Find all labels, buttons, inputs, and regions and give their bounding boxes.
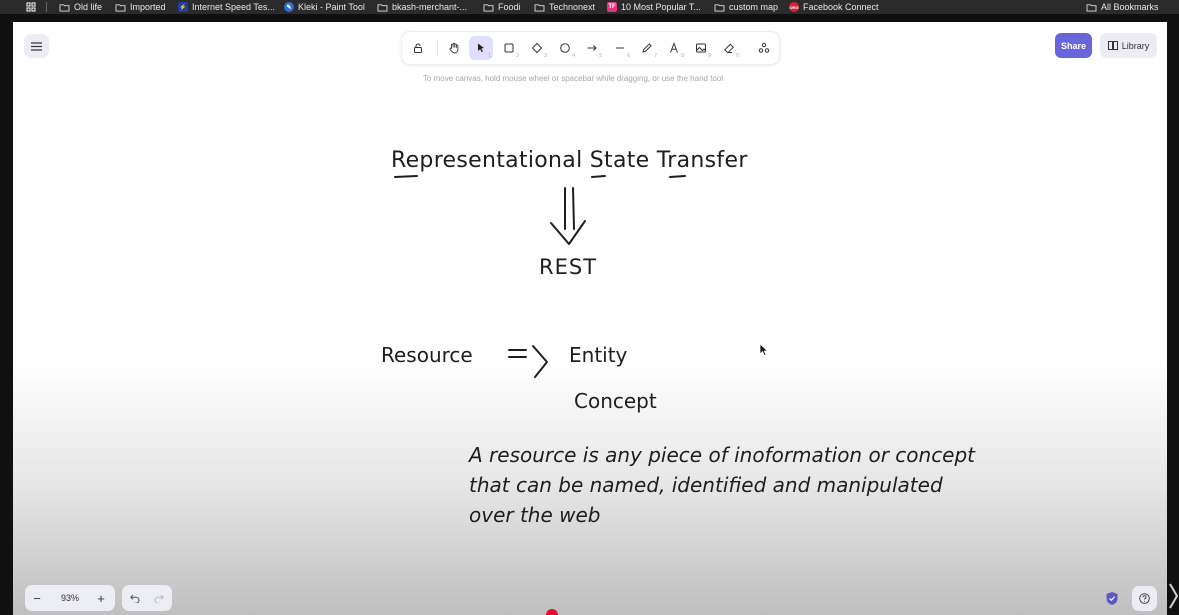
help-icon (1139, 593, 1150, 604)
tf-badge-icon: TF (607, 2, 617, 12)
undo-button[interactable] (123, 585, 147, 611)
bookmark-technonext[interactable]: Technonext (534, 1, 595, 13)
mouse-cursor-icon (759, 343, 769, 357)
apps-icon[interactable] (26, 1, 36, 13)
zoom-in-button[interactable]: + (89, 585, 113, 611)
folder-icon (714, 3, 725, 12)
underline-s (591, 175, 606, 178)
folder-icon (534, 3, 545, 12)
bookmark-label: Kleki - Paint Tool (298, 2, 365, 12)
definition-line: that can be named, identified and manipu… (469, 473, 943, 497)
arrow-shaft-right (572, 187, 575, 230)
all-bookmarks-label: All Bookmarks (1101, 2, 1159, 12)
concept-label[interactable]: Concept (574, 389, 657, 413)
bookmark-internet-speed[interactable]: ⚡ Internet Speed Tes... (178, 1, 275, 13)
redo-icon (154, 594, 164, 603)
bookmark-label: Old life (74, 2, 103, 12)
bookmark-label: custom map (729, 2, 779, 12)
side-play-icon (1169, 583, 1179, 609)
bookmark-label: Imported (130, 2, 166, 12)
bookmark-label: 10 Most Popular T... (621, 2, 701, 12)
zoom-out-button[interactable]: − (25, 585, 49, 611)
shield-icon[interactable] (1105, 591, 1119, 606)
bookmark-label: Foodi (498, 2, 521, 12)
bookmark-label: bkash-merchant-... (392, 2, 468, 12)
folder-icon (1086, 3, 1097, 12)
bookmarks-divider (46, 2, 47, 12)
whiteboard-app[interactable]: 1 2 3 4 5 6 7 8 9 0 To move canvas, hold… (13, 22, 1167, 615)
entity-label[interactable]: Entity (569, 343, 627, 367)
bookmark-imported[interactable]: Imported (115, 1, 166, 13)
definition-line: A resource is any piece of inoformation … (469, 443, 976, 467)
bookmark-label: Technonext (549, 2, 596, 12)
bookmark-custom-map[interactable]: custom map (714, 1, 778, 13)
definition-text[interactable]: A resource is any piece of inoformation … (469, 440, 975, 530)
org-badge-icon: ORG (789, 2, 799, 12)
recording-indicator (546, 609, 558, 615)
folder-icon (59, 3, 70, 12)
bookmarks-bar: Old life Imported ⚡ Internet Speed Tes..… (0, 0, 1179, 14)
underline-t (669, 175, 686, 178)
folder-icon (483, 3, 494, 12)
speed-test-icon: ⚡ (178, 2, 188, 12)
folder-icon (377, 3, 388, 12)
bookmark-label: Internet Speed Tes... (192, 2, 275, 12)
undo-icon (130, 594, 140, 603)
bookmark-kleki[interactable]: ✎ Kleki - Paint Tool (284, 1, 365, 13)
zoom-controls: − 93% + (25, 585, 115, 611)
bookmark-most-popular[interactable]: TF 10 Most Popular T... (607, 1, 701, 13)
bookmark-foodi[interactable]: Foodi (483, 1, 521, 13)
kleki-icon: ✎ (284, 2, 294, 12)
implies-head (532, 345, 548, 378)
definition-line: over the web (469, 503, 601, 527)
bookmark-facebook-connect[interactable]: ORG Facebook Connect (789, 1, 879, 13)
zoom-level[interactable]: 93% (53, 585, 87, 611)
help-button[interactable] (1132, 586, 1157, 611)
folder-icon (115, 3, 126, 12)
underline-r (394, 175, 418, 178)
redo-button[interactable] (147, 585, 171, 611)
bookmark-label: Facebook Connect (803, 2, 879, 12)
bookmark-old-life[interactable]: Old life (59, 1, 102, 13)
resource-label[interactable]: Resource (381, 343, 473, 367)
history-controls (122, 585, 172, 611)
all-bookmarks[interactable]: All Bookmarks (1086, 1, 1159, 13)
diagram-title[interactable]: Representational State Transfer (391, 148, 748, 173)
rest-label[interactable]: REST (539, 255, 597, 279)
arrow-head-down (550, 220, 586, 245)
bookmark-bkash[interactable]: bkash-merchant-... (377, 1, 467, 13)
